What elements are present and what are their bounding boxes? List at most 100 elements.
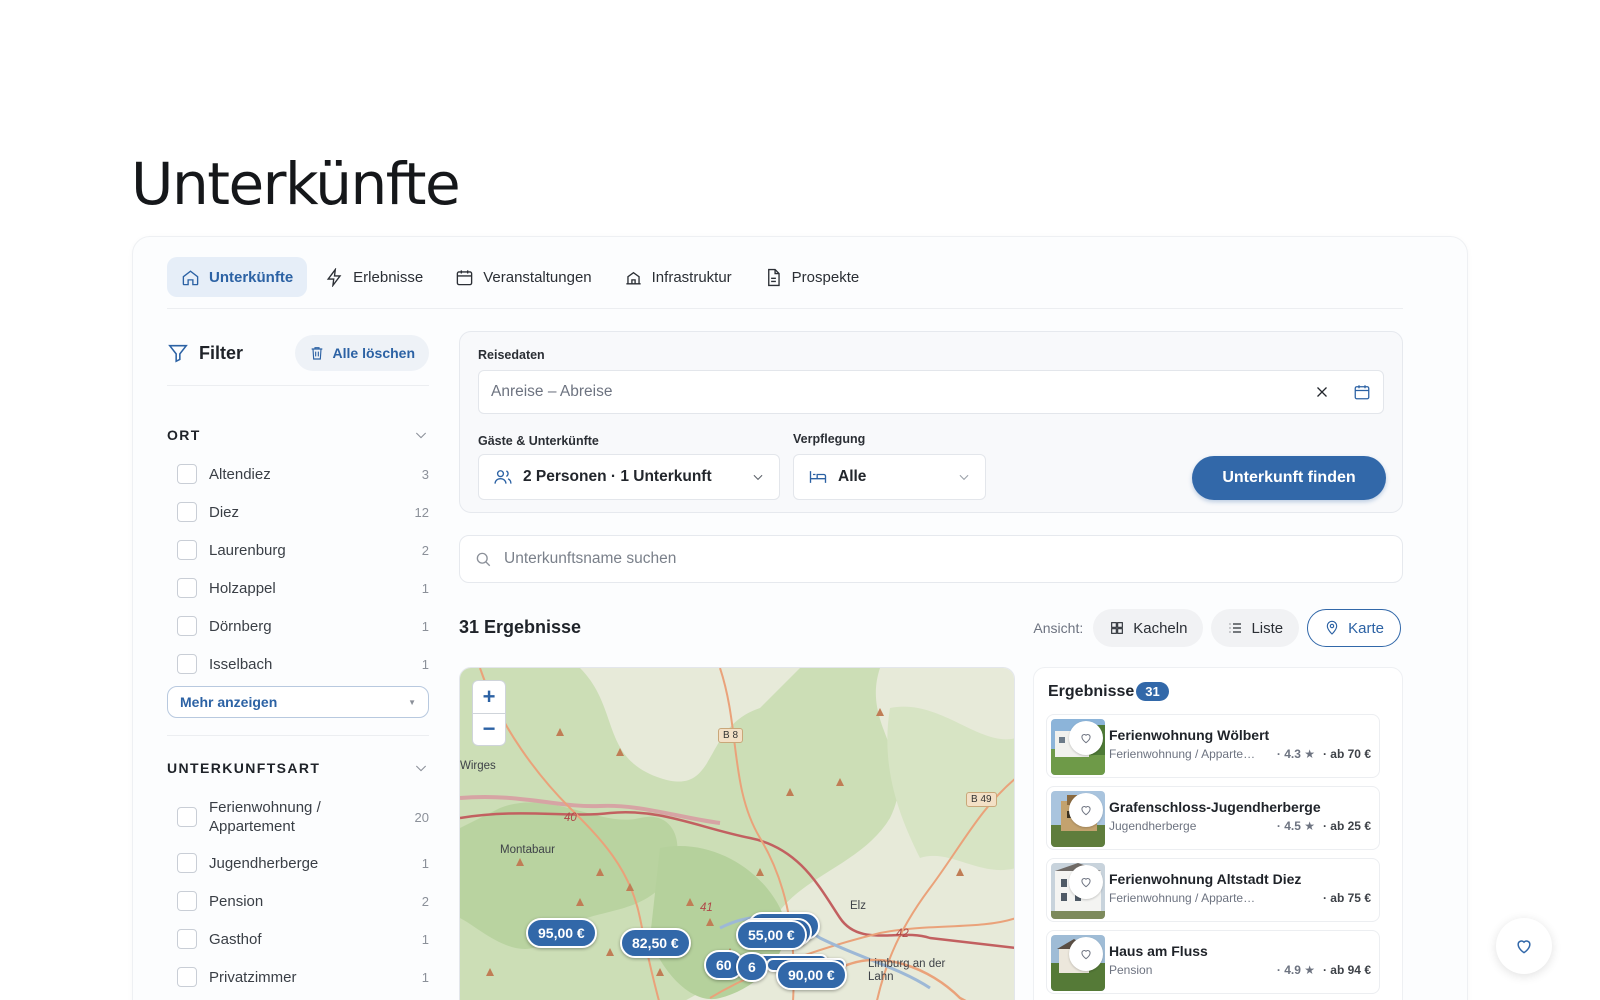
ort-option[interactable]: Dörnberg 1 — [177, 607, 429, 645]
result-price: · ab 75 € — [1322, 891, 1371, 905]
results-count: 31 Ergebnisse — [459, 617, 582, 637]
travel-dates-label: Reisedaten — [478, 348, 545, 362]
tab-unterkuenfte[interactable]: Unterkünfte — [167, 257, 308, 297]
heart-icon — [1081, 878, 1091, 888]
result-meta: · 4.5 ★ · ab 25 € — [1277, 819, 1371, 833]
checkbox[interactable] — [177, 464, 197, 484]
view-switcher: Ansicht: Kacheln Liste Karte — [1033, 609, 1401, 647]
ort-option[interactable]: Isselbach 1 — [177, 645, 429, 683]
result-name: Grafenschloss-Jugendherberge — [1109, 799, 1321, 815]
tab-erlebnisse[interactable]: Erlebnisse — [311, 257, 437, 297]
result-card[interactable]: Ferienwohnung Wölbert Ferienwohnung / Ap… — [1046, 714, 1380, 778]
zoom-out-button[interactable]: − — [473, 714, 505, 746]
checkbox[interactable] — [177, 929, 197, 949]
result-price: · ab 70 € — [1322, 747, 1371, 761]
favorite-button[interactable] — [1069, 937, 1103, 971]
price-pin[interactable]: 6 — [736, 952, 768, 982]
tab-label: Prospekte — [791, 268, 860, 286]
board-select[interactable]: Alle — [793, 454, 986, 500]
unterkunftsart-option[interactable]: Jugendherberge 1 — [177, 844, 429, 882]
grid-icon — [1111, 622, 1124, 634]
checkbox[interactable] — [177, 967, 197, 987]
search-icon — [476, 552, 491, 567]
unterkunftsart-option[interactable]: Privatzimmer 1 — [177, 958, 429, 996]
results-list-panel: Ergebnisse 31 Ferienwohnung Wölbert Feri… — [1033, 667, 1403, 1000]
checkbox[interactable] — [177, 853, 197, 873]
result-meta: · ab 75 € — [1315, 891, 1371, 905]
result-card[interactable]: Ferienwohnung Altstadt Diez Ferienwohnun… — [1046, 858, 1380, 922]
checkbox[interactable] — [177, 578, 197, 598]
result-meta: · 4.9 ★ · ab 94 € — [1277, 963, 1371, 977]
results-count-badge: 31 — [1136, 682, 1169, 701]
result-type: Ferienwohnung / Appartement — [1109, 747, 1259, 761]
price-pin[interactable]: 82,50 € — [620, 928, 691, 958]
map-place-label: Montabaur — [500, 844, 555, 856]
unterkunftsart-section-header[interactable]: UNTERKUNFTSART — [167, 760, 429, 776]
checkbox[interactable] — [177, 891, 197, 911]
name-search-input[interactable]: Unterkunftsname suchen — [459, 535, 1403, 583]
checkbox[interactable] — [177, 616, 197, 636]
price-pin[interactable]: 90,00 € — [776, 960, 847, 990]
map-zoom-control: + − — [472, 680, 506, 746]
view-tiles-button[interactable]: Kacheln — [1093, 609, 1204, 647]
filter-header: Filter Alle löschen — [167, 333, 429, 373]
road-label: 42 — [896, 928, 909, 940]
results-map[interactable]: + − Wirges Montabaur Elz Limburg an der … — [459, 667, 1015, 1000]
ort-options: Altendiez 3 Diez 12 Laurenburg 2 Holzappel 1… — [177, 455, 429, 683]
tab-veranstaltungen[interactable]: Veranstaltungen — [441, 257, 605, 297]
zoom-in-button[interactable]: + — [473, 681, 505, 714]
divider — [167, 735, 429, 736]
favorite-button[interactable] — [1069, 721, 1103, 755]
map-tiles — [460, 668, 1014, 1000]
ort-option[interactable]: Diez 12 — [177, 493, 429, 531]
close-icon[interactable] — [1313, 383, 1331, 401]
result-price: · ab 25 € — [1322, 819, 1371, 833]
search-panel: Unterkünfte Erlebnisse Veranstaltungen I… — [132, 236, 1468, 1000]
page-title: Unterkünfte — [131, 150, 461, 218]
checkbox[interactable] — [177, 540, 197, 560]
users-icon — [494, 470, 512, 484]
unterkunftsart-option[interactable]: Pension 2 — [177, 882, 429, 920]
price-pin[interactable]: 55,00 € — [736, 920, 807, 950]
road-label: B 49 — [966, 792, 997, 807]
show-more-button[interactable]: Mehr anzeigen ▼ — [167, 686, 429, 718]
favorite-button[interactable] — [1069, 793, 1103, 827]
building-icon — [626, 271, 641, 285]
view-list-button[interactable]: Liste — [1211, 609, 1300, 647]
travel-dates-input[interactable]: Anreise – Abreise — [478, 370, 1384, 414]
view-map-button[interactable]: Karte — [1307, 609, 1401, 647]
unterkunftsart-option[interactable]: Gasthof 1 — [177, 920, 429, 958]
floating-favorites-button[interactable] — [1496, 918, 1552, 974]
favorite-button[interactable] — [1069, 865, 1103, 899]
ort-option[interactable]: Altendiez 3 — [177, 455, 429, 493]
filter-title: Filter — [167, 342, 243, 364]
map-place-label: Elz — [850, 900, 866, 912]
unterkunftsart-option[interactable]: Ferienwohnung / Appartement 20 — [177, 790, 429, 844]
road-label: 40 — [564, 812, 577, 824]
calendar-icon[interactable] — [1353, 383, 1371, 401]
ort-option[interactable]: Holzappel 1 — [177, 569, 429, 607]
checkbox[interactable] — [177, 654, 197, 674]
road-label: 41 — [700, 902, 713, 914]
result-card[interactable]: Haus am Fluss Pension · 4.9 ★ · ab 94 € — [1046, 930, 1380, 994]
heart-icon — [1081, 734, 1091, 744]
price-pin[interactable]: 95,00 € — [526, 918, 597, 948]
result-rating: · 4.9 ★ — [1276, 963, 1315, 977]
ort-section-header[interactable]: ORT — [167, 427, 429, 443]
view-label: Ansicht: — [1033, 620, 1084, 636]
ort-option[interactable]: Laurenburg 2 — [177, 531, 429, 569]
find-accommodation-button[interactable]: Unterkunft finden — [1192, 456, 1386, 500]
checkbox[interactable] — [177, 807, 197, 827]
tab-infrastruktur[interactable]: Infrastruktur — [610, 257, 746, 297]
tab-label: Veranstaltungen — [483, 268, 592, 286]
unterkunftsart-options: Ferienwohnung / Appartement 20 Jugendherb… — [177, 790, 429, 996]
heart-icon — [1081, 950, 1091, 960]
tab-prospekte[interactable]: Prospekte — [750, 257, 874, 297]
chevron-down-icon — [415, 765, 427, 772]
result-price: · ab 94 € — [1322, 963, 1371, 977]
result-card[interactable]: Grafenschloss-Jugendherberge Jugendherbe… — [1046, 786, 1380, 850]
checkbox[interactable] — [177, 502, 197, 522]
map-pin-icon — [1326, 620, 1338, 635]
guests-select[interactable]: 2 Personen · 1 Unterkunft — [478, 454, 780, 500]
clear-all-button[interactable]: Alle löschen — [294, 335, 429, 371]
